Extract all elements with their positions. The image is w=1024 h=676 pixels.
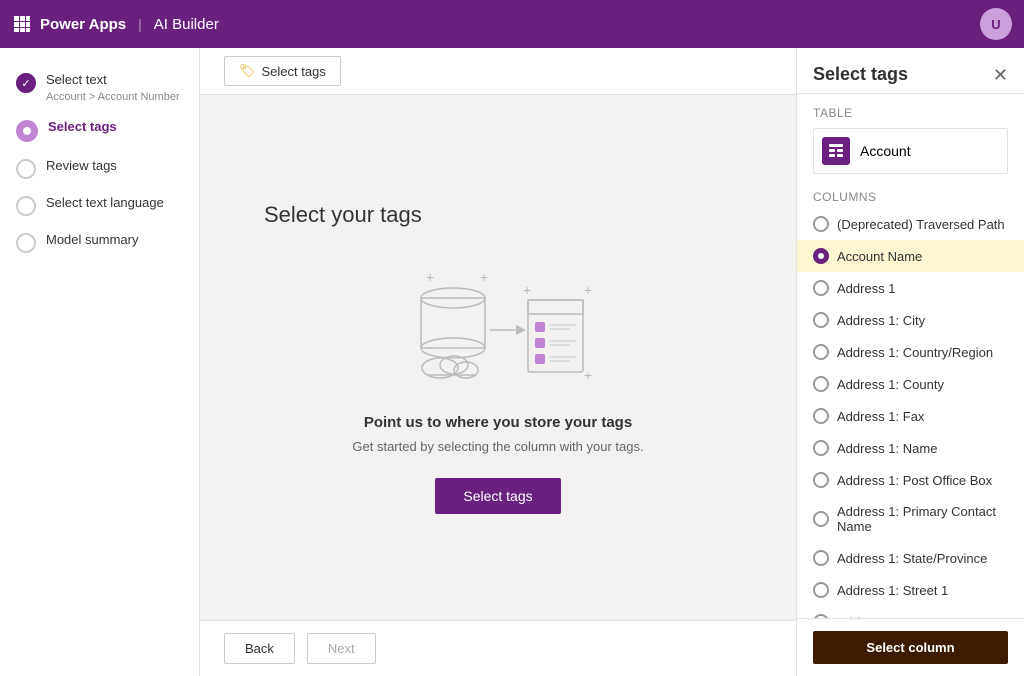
illustration: + + [398, 260, 598, 390]
step-circle-review-tags [16, 159, 36, 179]
column-item[interactable]: Address 1: Primary Contact Name [797, 496, 1024, 542]
sidebar-item-select-language[interactable]: Select text language [0, 187, 199, 224]
step-label-select-text: Select text [46, 72, 180, 89]
column-item[interactable]: Address 1: Name [797, 432, 1024, 464]
column-item[interactable]: Address 1: Fax [797, 400, 1024, 432]
column-label: (Deprecated) Traversed Path [837, 217, 1005, 232]
step-label-review-tags: Review tags [46, 158, 117, 175]
column-item[interactable]: Address 1 [797, 272, 1024, 304]
column-item[interactable]: Address 1: County [797, 368, 1024, 400]
column-item[interactable]: Address 1: City [797, 304, 1024, 336]
panel-title: Select tags [813, 64, 908, 85]
step-circle-model-summary [16, 233, 36, 253]
sidebar: ✓ Select text Account > Account Number S… [0, 48, 200, 676]
svg-text:+: + [480, 269, 488, 285]
radio-button [813, 408, 829, 424]
right-panel: Select tags ✕ Table Account Columns [796, 48, 1024, 676]
table-item: Account [813, 128, 1008, 174]
select-column-button[interactable]: Select column [813, 631, 1008, 664]
radio-button [813, 550, 829, 566]
column-label: Address 1: Street 1 [837, 583, 948, 598]
grid-icon [12, 14, 32, 34]
svg-text:+: + [523, 282, 531, 298]
column-item[interactable]: Address 1: Country/Region [797, 336, 1024, 368]
step-label-select-language: Select text language [46, 195, 164, 212]
topbar-separator: | [138, 16, 142, 32]
avatar: U [980, 8, 1012, 40]
step-sublabel-select-text: Account > Account Number [46, 91, 180, 103]
sidebar-item-select-text[interactable]: ✓ Select text Account > Account Number [0, 64, 199, 111]
columns-list: (Deprecated) Traversed Path Account Name A… [797, 208, 1024, 618]
column-item[interactable]: Account Name [797, 240, 1024, 272]
app-name: Power Apps [40, 16, 126, 33]
column-item[interactable]: Address 1: State/Province [797, 542, 1024, 574]
page-title: Select your tags [264, 202, 422, 228]
radio-button [813, 344, 829, 360]
column-label: Address 1: Fax [837, 409, 924, 424]
column-label: Address 1: City [837, 313, 925, 328]
step-header-label: Select tags [262, 64, 326, 79]
table-section-label: Table [813, 106, 1008, 120]
step-label-model-summary: Model summary [46, 232, 138, 249]
radio-button [813, 511, 829, 527]
column-label: Address 1: Primary Contact Name [837, 504, 1008, 534]
table-icon [822, 137, 850, 165]
svg-text:+: + [584, 367, 592, 383]
column-label: Account Name [837, 249, 922, 264]
sidebar-item-select-tags[interactable]: Select tags [0, 111, 199, 150]
svg-text:+: + [584, 282, 592, 298]
topbar: Power Apps | AI Builder U [0, 0, 1024, 48]
column-item[interactable]: Address 1: Street 1 [797, 574, 1024, 606]
columns-section-label: Columns [797, 182, 1024, 208]
radio-button [813, 440, 829, 456]
radio-button [813, 248, 829, 264]
tag-icon: 🏷 [239, 63, 256, 79]
column-label: Address 1: Country/Region [837, 345, 993, 360]
content-body: Select your tags + + [200, 95, 796, 620]
module-name: AI Builder [154, 16, 219, 33]
step-header-button[interactable]: 🏷 Select tags [224, 56, 341, 86]
select-tags-button[interactable]: Select tags [435, 478, 560, 514]
step-label-select-tags: Select tags [48, 119, 117, 136]
column-label: Address 1: Name [837, 441, 937, 456]
radio-button [813, 376, 829, 392]
sidebar-item-model-summary[interactable]: Model summary [0, 224, 199, 261]
column-item[interactable]: Address 1: Post Office Box [797, 464, 1024, 496]
panel-table-section: Table Account [797, 94, 1024, 182]
content-footer: Back Next [200, 620, 796, 676]
radio-button [813, 280, 829, 296]
column-label: Address 1: County [837, 377, 944, 392]
point-heading: Point us to where you store your tags [364, 414, 632, 431]
svg-text:+: + [426, 269, 434, 285]
column-label: Address 1: State/Province [837, 551, 987, 566]
column-label: Address 1 [837, 281, 896, 296]
panel-close-button[interactable]: ✕ [993, 66, 1008, 84]
sidebar-item-review-tags[interactable]: Review tags [0, 150, 199, 187]
panel-header: Select tags ✕ [797, 48, 1024, 94]
content-area: 🏷 Select tags Select your tags + + [200, 48, 796, 676]
panel-footer: Select column [797, 618, 1024, 676]
radio-button [813, 312, 829, 328]
point-subtext: Get started by selecting the column with… [352, 439, 643, 454]
step-circle-select-text: ✓ [16, 73, 36, 93]
table-name: Account [860, 143, 911, 159]
column-item[interactable]: (Deprecated) Traversed Path [797, 208, 1024, 240]
radio-button [813, 216, 829, 232]
back-button[interactable]: Back [224, 633, 295, 664]
step-circle-select-tags [16, 120, 38, 142]
radio-button [813, 582, 829, 598]
column-item[interactable]: Address 1: Street 2 [797, 606, 1024, 618]
radio-button [813, 472, 829, 488]
step-circle-select-language [16, 196, 36, 216]
step-header: 🏷 Select tags [200, 48, 796, 95]
next-button[interactable]: Next [307, 633, 376, 664]
column-label: Address 1: Post Office Box [837, 473, 992, 488]
